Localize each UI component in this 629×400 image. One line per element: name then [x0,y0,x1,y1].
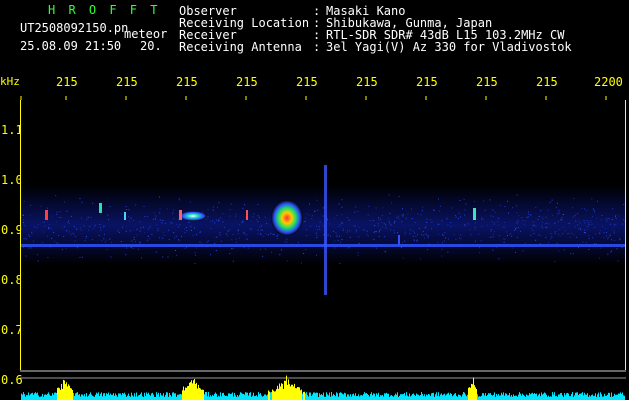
time-tick: 215 [536,75,558,89]
frequency-unit: kHz [0,75,20,88]
signal-histogram [20,370,626,400]
time-tick: 215 [236,75,258,89]
header: H R O F F T UT2508092150.pn meteor 25.08… [0,0,629,70]
time-tick: 215 [296,75,318,89]
datetime: 25.08.09 21:50 [20,39,122,53]
time-tick: 215 [416,75,438,89]
info-label-antenna: Receiving Antenna [179,40,302,54]
histogram-bars [21,375,625,400]
time-tick: 215 [176,75,198,89]
time-tick: 215 [116,75,138,89]
time-tick: 215 [56,75,78,89]
spectrogram-window: H R O F F T UT2508092150.pn meteor 25.08… [0,0,629,400]
info-sep: : [313,40,321,54]
time-tick: 215 [476,75,498,89]
datetime-tail: 20. [140,39,162,53]
time-tick: 2200 [594,75,623,89]
time-tick: 215 [356,75,378,89]
file-id: UT2508092150.pn [20,21,129,35]
plot-frame [20,100,626,370]
info-value-antenna: 3el Yagi(V) Az 330 for Vladivostok [326,40,572,54]
brand-title: H R O F F T [48,3,161,17]
